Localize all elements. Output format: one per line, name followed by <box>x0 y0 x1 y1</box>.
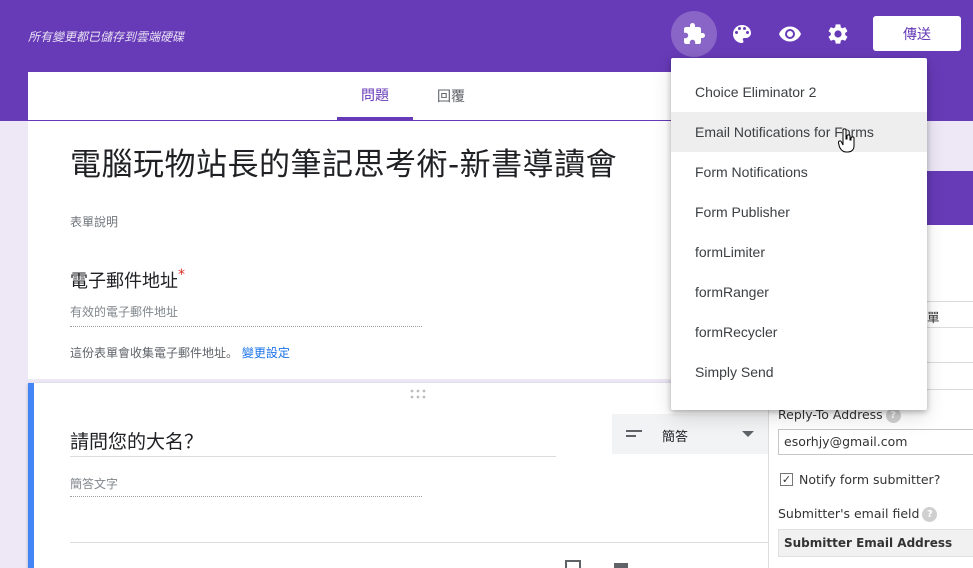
email-field: 有效的電子郵件地址 <box>70 303 422 327</box>
menu-item-email-notifications[interactable]: Email Notifications for Forms <box>671 112 927 152</box>
gear-icon <box>828 24 848 44</box>
form-header-card: 電腦玩物站長的筆記思考術-新書導讀會 表單說明 電子郵件地址* 有效的電子郵件地… <box>28 121 768 379</box>
duplicate-icon[interactable] <box>564 559 584 568</box>
email-question-label: 電子郵件地址 <box>70 271 178 292</box>
addons-button[interactable] <box>671 11 717 57</box>
hand-cursor-icon <box>838 128 855 153</box>
side-row-text: 單 <box>927 310 940 325</box>
help-icon[interactable]: ? <box>922 507 938 522</box>
drag-handle-icon[interactable] <box>410 389 426 399</box>
settings-button[interactable] <box>815 11 861 57</box>
puzzle-icon <box>684 23 705 44</box>
short-answer-field: 簡答文字 <box>70 475 422 497</box>
change-settings-link[interactable]: 變更設定 <box>242 346 290 360</box>
question-type-select[interactable]: 簡答 <box>612 414 768 454</box>
menu-item-form-notifications[interactable]: Form Notifications <box>671 152 927 192</box>
submitter-email-field-select[interactable]: Submitter Email Address <box>778 529 973 557</box>
submitter-field-label-text: Submitter's email field <box>778 506 920 521</box>
short-text-icon <box>626 430 642 437</box>
menu-item-choice-eliminator[interactable]: Choice Eliminator 2 <box>671 72 927 112</box>
menu-item-formranger[interactable]: formRanger <box>671 272 927 312</box>
tab-responses[interactable]: 回覆 <box>423 72 479 120</box>
menu-item-form-publisher[interactable]: Form Publisher <box>671 192 927 232</box>
help-icon[interactable]: ? <box>885 408 901 423</box>
email-question-title: 電子郵件地址* <box>70 267 185 293</box>
save-status: 所有變更都已儲存到雲端硬碟 <box>28 30 185 44</box>
notify-checkbox[interactable]: ✓ <box>780 473 793 486</box>
reply-to-input[interactable]: esorhjy@gmail.com <box>778 429 973 455</box>
eye-icon <box>779 26 801 42</box>
form-description[interactable]: 表單說明 <box>70 213 118 230</box>
question-title[interactable]: 請問您的大名？ <box>70 427 556 457</box>
question-card[interactable]: 請問您的大名？ 簡答 簡答文字 <box>28 383 770 568</box>
delete-icon[interactable] <box>612 561 630 568</box>
required-mark: * <box>178 267 185 283</box>
preview-button[interactable] <box>767 11 813 57</box>
menu-item-simply-send[interactable]: Simply Send <box>671 352 927 392</box>
menu-item-formlimiter[interactable]: formLimiter <box>671 232 927 272</box>
menu-item-formrecycler[interactable]: formRecycler <box>671 312 927 352</box>
chevron-down-icon <box>742 431 754 437</box>
palette-icon <box>733 25 751 43</box>
question-type-label: 簡答 <box>662 430 689 445</box>
collect-note-text: 這份表單會收集電子郵件地址。 <box>70 346 239 360</box>
send-button[interactable]: 傳送 <box>873 16 961 51</box>
question-footer-divider <box>70 542 770 543</box>
form-title[interactable]: 電腦玩物站長的筆記思考術-新書導讀會 <box>70 139 617 184</box>
addons-menu: Choice Eliminator 2 Email Notifications … <box>671 58 927 410</box>
notify-label: Notify form submitter? <box>799 472 941 487</box>
submitter-field-label: Submitter's email field? <box>778 506 938 522</box>
theme-button[interactable] <box>719 11 765 57</box>
form-tabs: 問題 回覆 <box>28 72 768 120</box>
tab-questions[interactable]: 問題 <box>337 72 413 120</box>
collect-email-note: 這份表單會收集電子郵件地址。 變更設定 <box>70 344 290 361</box>
